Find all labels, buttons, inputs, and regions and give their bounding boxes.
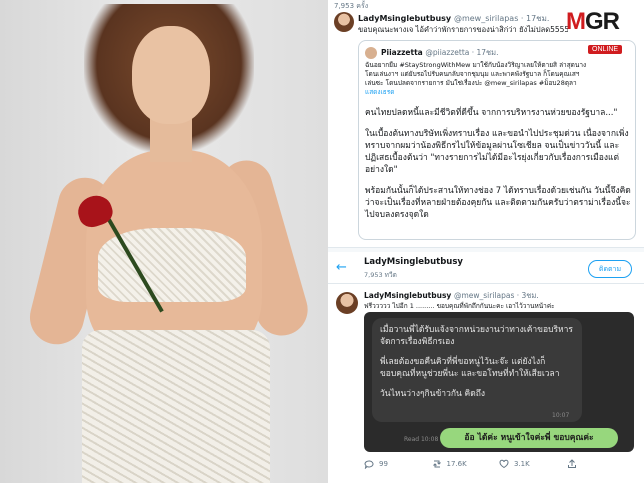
profile-photo: [0, 0, 328, 483]
retweet-icon: [432, 460, 441, 468]
follow-button[interactable]: ติดตาม: [588, 260, 632, 278]
quoted-body: คนไทยปลดหนี้และมีชีวิตที่ดีขึ้น จากการบร…: [365, 107, 631, 230]
share-icon: [567, 459, 576, 468]
avatar[interactable]: [336, 292, 358, 314]
photo-knit-pants: [82, 330, 270, 483]
back-arrow-icon[interactable]: ←: [336, 260, 347, 275]
outgoing-read-status: Read 10:08: [404, 436, 439, 443]
message-paragraph: วันไหนว่างๆกินข้าวกัน คิดถึง: [380, 389, 486, 399]
display-name: Piiazzetta: [381, 48, 423, 57]
tweet-actions: 99 17.6K 3.1K: [364, 456, 634, 472]
avatar[interactable]: [334, 12, 354, 32]
logo-online: ONLINE: [588, 45, 623, 54]
quoted-author[interactable]: Piiazzetta @piiazzetta · 17ชม.: [381, 47, 498, 59]
chat-screenshot[interactable]: เมื่อวานพี่ได้รับแจ้งจากหน่วยงานว่าทางเค…: [364, 312, 634, 452]
display-name: LadyMsinglebutbusy: [364, 291, 452, 300]
like-count: 3.1K: [514, 460, 530, 468]
handle: @mew_sirilapas · 17ชม.: [453, 14, 550, 23]
photo-face: [132, 26, 210, 124]
reply-icon: [364, 460, 374, 469]
quoted-paragraph: คนไทยปลดหนี้และมีชีวิตที่ดีขึ้น จากการบร…: [365, 108, 618, 118]
profile-tweet-count: 7,953 ทวีต: [364, 271, 397, 279]
avatar[interactable]: [365, 47, 377, 59]
message-paragraph: พี่เลยต้องขอคืนคิวที่พี่ขอหนูไว้นะจ๊ะ แต…: [380, 357, 560, 379]
quoted-line: ฉันอยากยืม #StayStrongWithMew มาใช้กับน้…: [365, 61, 587, 69]
tweet-2-text: ฟรีววววว ไปอีก 1 ......... ขอบคุณที่พักถ…: [364, 302, 555, 310]
handle: @mew_sirilapas · 3ชม.: [453, 291, 539, 300]
heart-icon: [499, 459, 509, 469]
incoming-message: เมื่อวานพี่ได้รับแจ้งจากหน่วยงานว่าทางเค…: [372, 318, 582, 422]
quoted-paragraph: ในเบื้องต้นทางบริษัทเพิ่งทราบเรื่อง และข…: [365, 129, 629, 175]
reply-button[interactable]: 99: [364, 459, 432, 469]
mgr-online-logo: MGR ONLINE: [566, 8, 638, 54]
incoming-time: 10:07: [552, 412, 570, 419]
quoted-tweet[interactable]: Piiazzetta @piiazzetta · 17ชม. ฉันอยากยื…: [358, 40, 636, 240]
retweet-count: 17.6K: [446, 460, 467, 468]
like-button[interactable]: 3.1K: [499, 459, 567, 469]
tweet-1-text: ขอบคุณนะพางเจ ไอ้คำว่าพักรายการของน่าสิก…: [358, 25, 568, 34]
logo-m: M: [566, 8, 586, 35]
quoted-line: เล่นซะ โดนปลดจากรายการ มันใช่เรื่องปะ @m…: [365, 79, 577, 87]
quoted-paragraph: พร้อมกันนั้นก็ได้ประสานให้ทางช่อง 7 ได้ท…: [365, 186, 631, 220]
display-name: LadyMsinglebutbusy: [358, 14, 452, 23]
outgoing-message: อ้อ ได้ค่ะ หนูเข้าใจค่ะพี่ ขอบคุณค่ะ: [440, 428, 618, 448]
tweets-panel: 7,953 ครั้ง LadyMsinglebutbusy @mew_siri…: [328, 0, 644, 483]
share-button[interactable]: [567, 459, 635, 469]
handle: @piiazzetta · 17ชม.: [425, 48, 499, 57]
tweet-2[interactable]: ← LadyMsinglebutbusy 7,953 ทวีต ติดตาม L…: [328, 252, 644, 483]
reply-count: 99: [379, 460, 388, 468]
quoted-text: ฉันอยากยืม #StayStrongWithMew มาใช้กับน้…: [365, 61, 631, 97]
profile-header: ← LadyMsinglebutbusy 7,953 ทวีต ติดตาม: [328, 252, 644, 284]
tweet-1-views: 7,953 ครั้ง: [334, 2, 369, 10]
logo-gr: GR: [585, 8, 620, 35]
quoted-line: โดนเล่นงาฯ แต่ยับรอไปรับคนกลับจากชุมนุม …: [365, 70, 580, 78]
retweet-button[interactable]: 17.6K: [432, 459, 500, 469]
show-thread-link[interactable]: แสดงเธรด: [365, 88, 631, 97]
message-paragraph: เมื่อวานพี่ได้รับแจ้งจากหน่วยงานว่าทางเค…: [380, 325, 573, 347]
profile-title: LadyMsinglebutbusy: [364, 257, 463, 267]
